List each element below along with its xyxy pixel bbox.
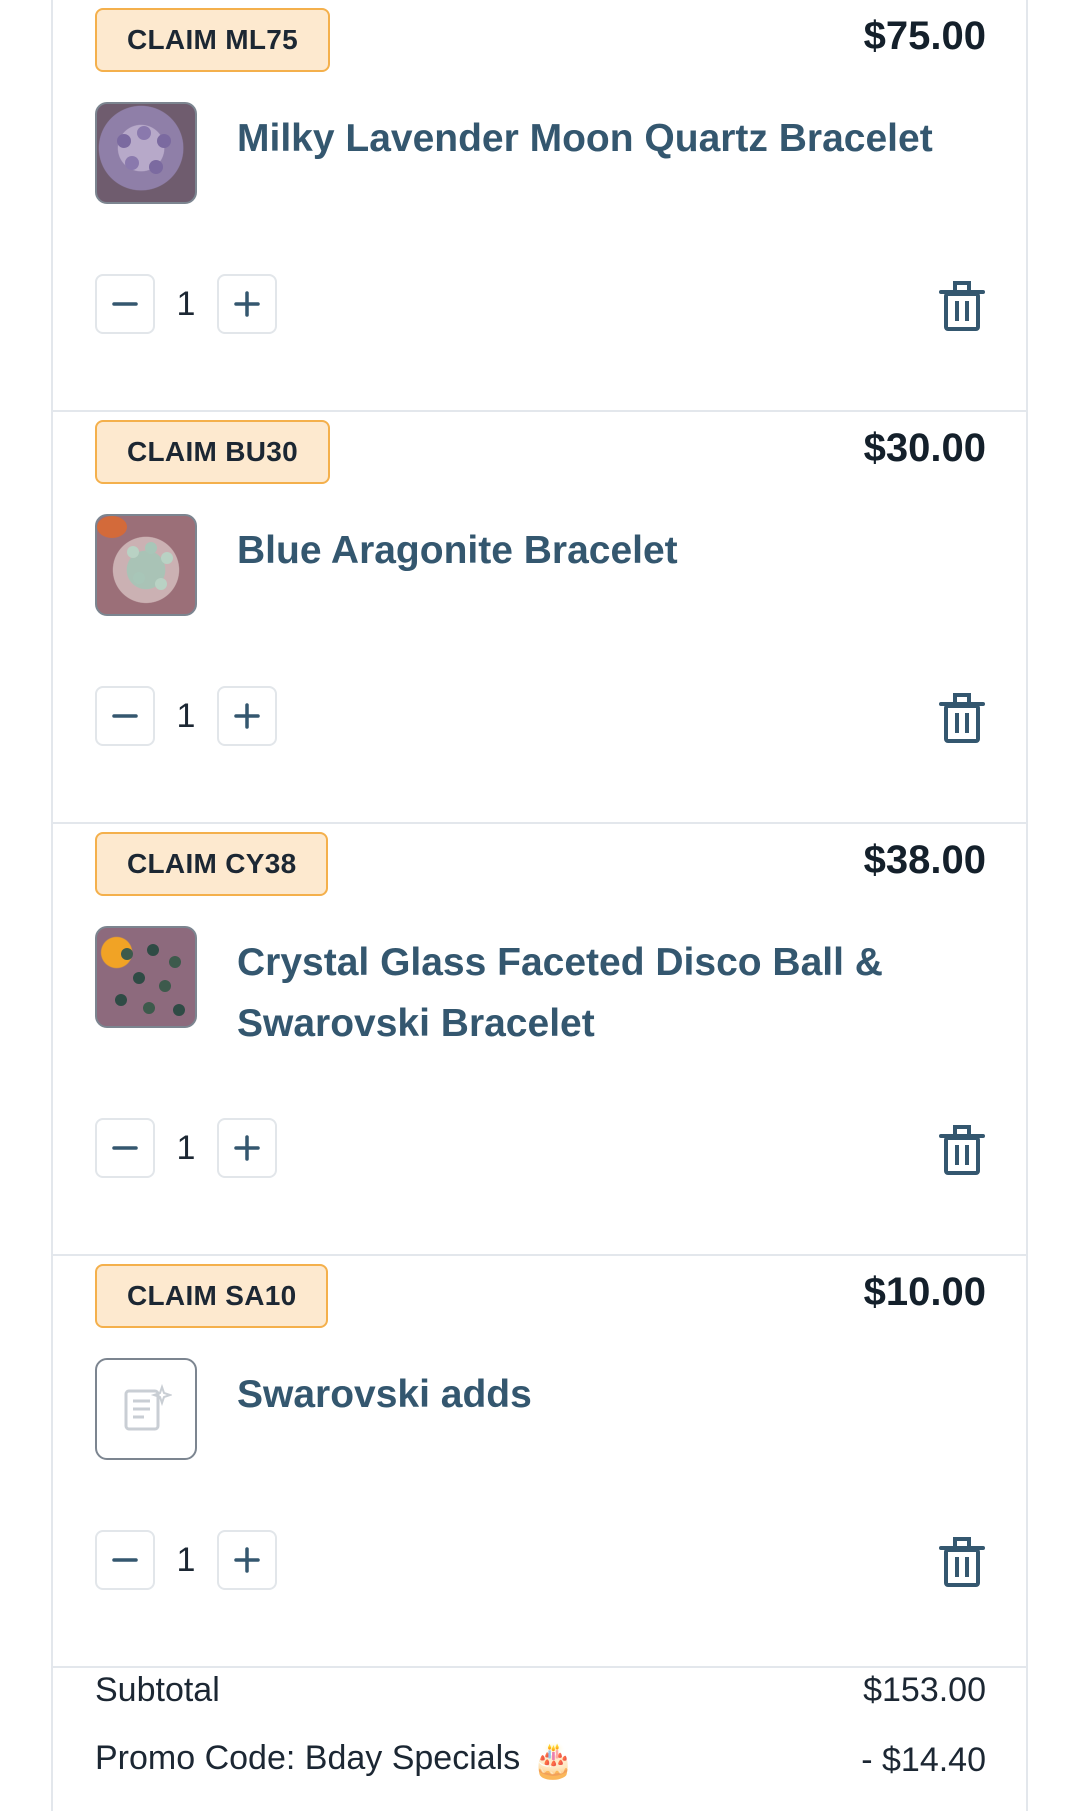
cart-item: CLAIM CY38 $38.00 Crystal Glass Faceted … <box>53 824 1026 1256</box>
item-price: $30.00 <box>863 426 986 470</box>
order-summary: Subtotal $153.00 Promo Code: Bday Specia… <box>95 1655 986 1795</box>
quantity-value: 1 <box>176 696 196 735</box>
claim-badge: CLAIM SA10 <box>95 1264 329 1328</box>
product-thumbnail[interactable] <box>95 102 197 204</box>
increase-qty-button[interactable] <box>217 1118 277 1178</box>
plus-icon <box>234 1135 260 1161</box>
trash-icon[interactable] <box>938 692 986 744</box>
subtotal-row: Subtotal $153.00 <box>95 1655 986 1725</box>
trash-icon[interactable] <box>938 280 986 332</box>
plus-icon <box>234 291 260 317</box>
product-title[interactable]: Crystal Glass Faceted Disco Ball & Swaro… <box>237 932 957 1054</box>
claim-badge: CLAIM BU30 <box>95 420 331 484</box>
item-price: $10.00 <box>863 1270 986 1314</box>
decrease-qty-button[interactable] <box>95 686 155 746</box>
quantity-stepper: 1 <box>95 1118 277 1178</box>
quantity-stepper: 1 <box>95 1530 277 1590</box>
quantity-stepper: 1 <box>95 274 277 334</box>
promo-label: Promo Code: Bday Specials <box>95 1739 521 1778</box>
minus-icon <box>112 1558 138 1562</box>
promo-value: - $14.40 <box>861 1740 986 1779</box>
quantity-value: 1 <box>176 1128 196 1167</box>
placeholder-image-icon <box>124 1383 172 1431</box>
minus-icon <box>112 714 138 718</box>
cart-card: CLAIM ML75 $75.00 Milky Lavender Moon Qu… <box>51 0 1028 1811</box>
subtotal-value: $153.00 <box>863 1670 986 1709</box>
increase-qty-button[interactable] <box>217 686 277 746</box>
minus-icon <box>112 302 138 306</box>
claim-badge: CLAIM ML75 <box>95 8 330 72</box>
item-price: $75.00 <box>863 14 986 58</box>
decrease-qty-button[interactable] <box>95 274 155 334</box>
increase-qty-button[interactable] <box>217 274 277 334</box>
product-title[interactable]: Swarovski adds <box>237 1364 957 1425</box>
decrease-qty-button[interactable] <box>95 1118 155 1178</box>
trash-icon[interactable] <box>938 1124 986 1176</box>
decrease-qty-button[interactable] <box>95 1530 155 1590</box>
item-price: $38.00 <box>863 838 986 882</box>
increase-qty-button[interactable] <box>217 1530 277 1590</box>
product-thumbnail[interactable] <box>95 926 197 1028</box>
cart-item: CLAIM ML75 $75.00 Milky Lavender Moon Qu… <box>53 0 1026 412</box>
cart-item: CLAIM BU30 $30.00 Blue Aragonite Bracele… <box>53 412 1026 824</box>
subtotal-label: Subtotal <box>95 1670 220 1709</box>
quantity-value: 1 <box>176 284 196 323</box>
quantity-stepper: 1 <box>95 686 277 746</box>
trash-icon[interactable] <box>938 1536 986 1588</box>
plus-icon <box>234 1547 260 1573</box>
cart-item: CLAIM SA10 $10.00 Swarovski adds 1 <box>53 1256 1026 1668</box>
product-title[interactable]: Blue Aragonite Bracelet <box>237 520 957 581</box>
claim-badge: CLAIM CY38 <box>95 832 329 896</box>
quantity-value: 1 <box>176 1540 196 1579</box>
promo-label-wrap: Promo Code: Bday Specials 🎂 <box>95 1739 575 1780</box>
product-title[interactable]: Milky Lavender Moon Quartz Bracelet <box>237 108 957 169</box>
minus-icon <box>112 1146 138 1150</box>
plus-icon <box>234 703 260 729</box>
promo-row: Promo Code: Bday Specials 🎂 - $14.40 <box>95 1725 986 1795</box>
product-thumbnail[interactable] <box>95 514 197 616</box>
product-thumbnail[interactable] <box>95 1358 197 1460</box>
cake-icon: 🎂 <box>532 1741 575 1780</box>
